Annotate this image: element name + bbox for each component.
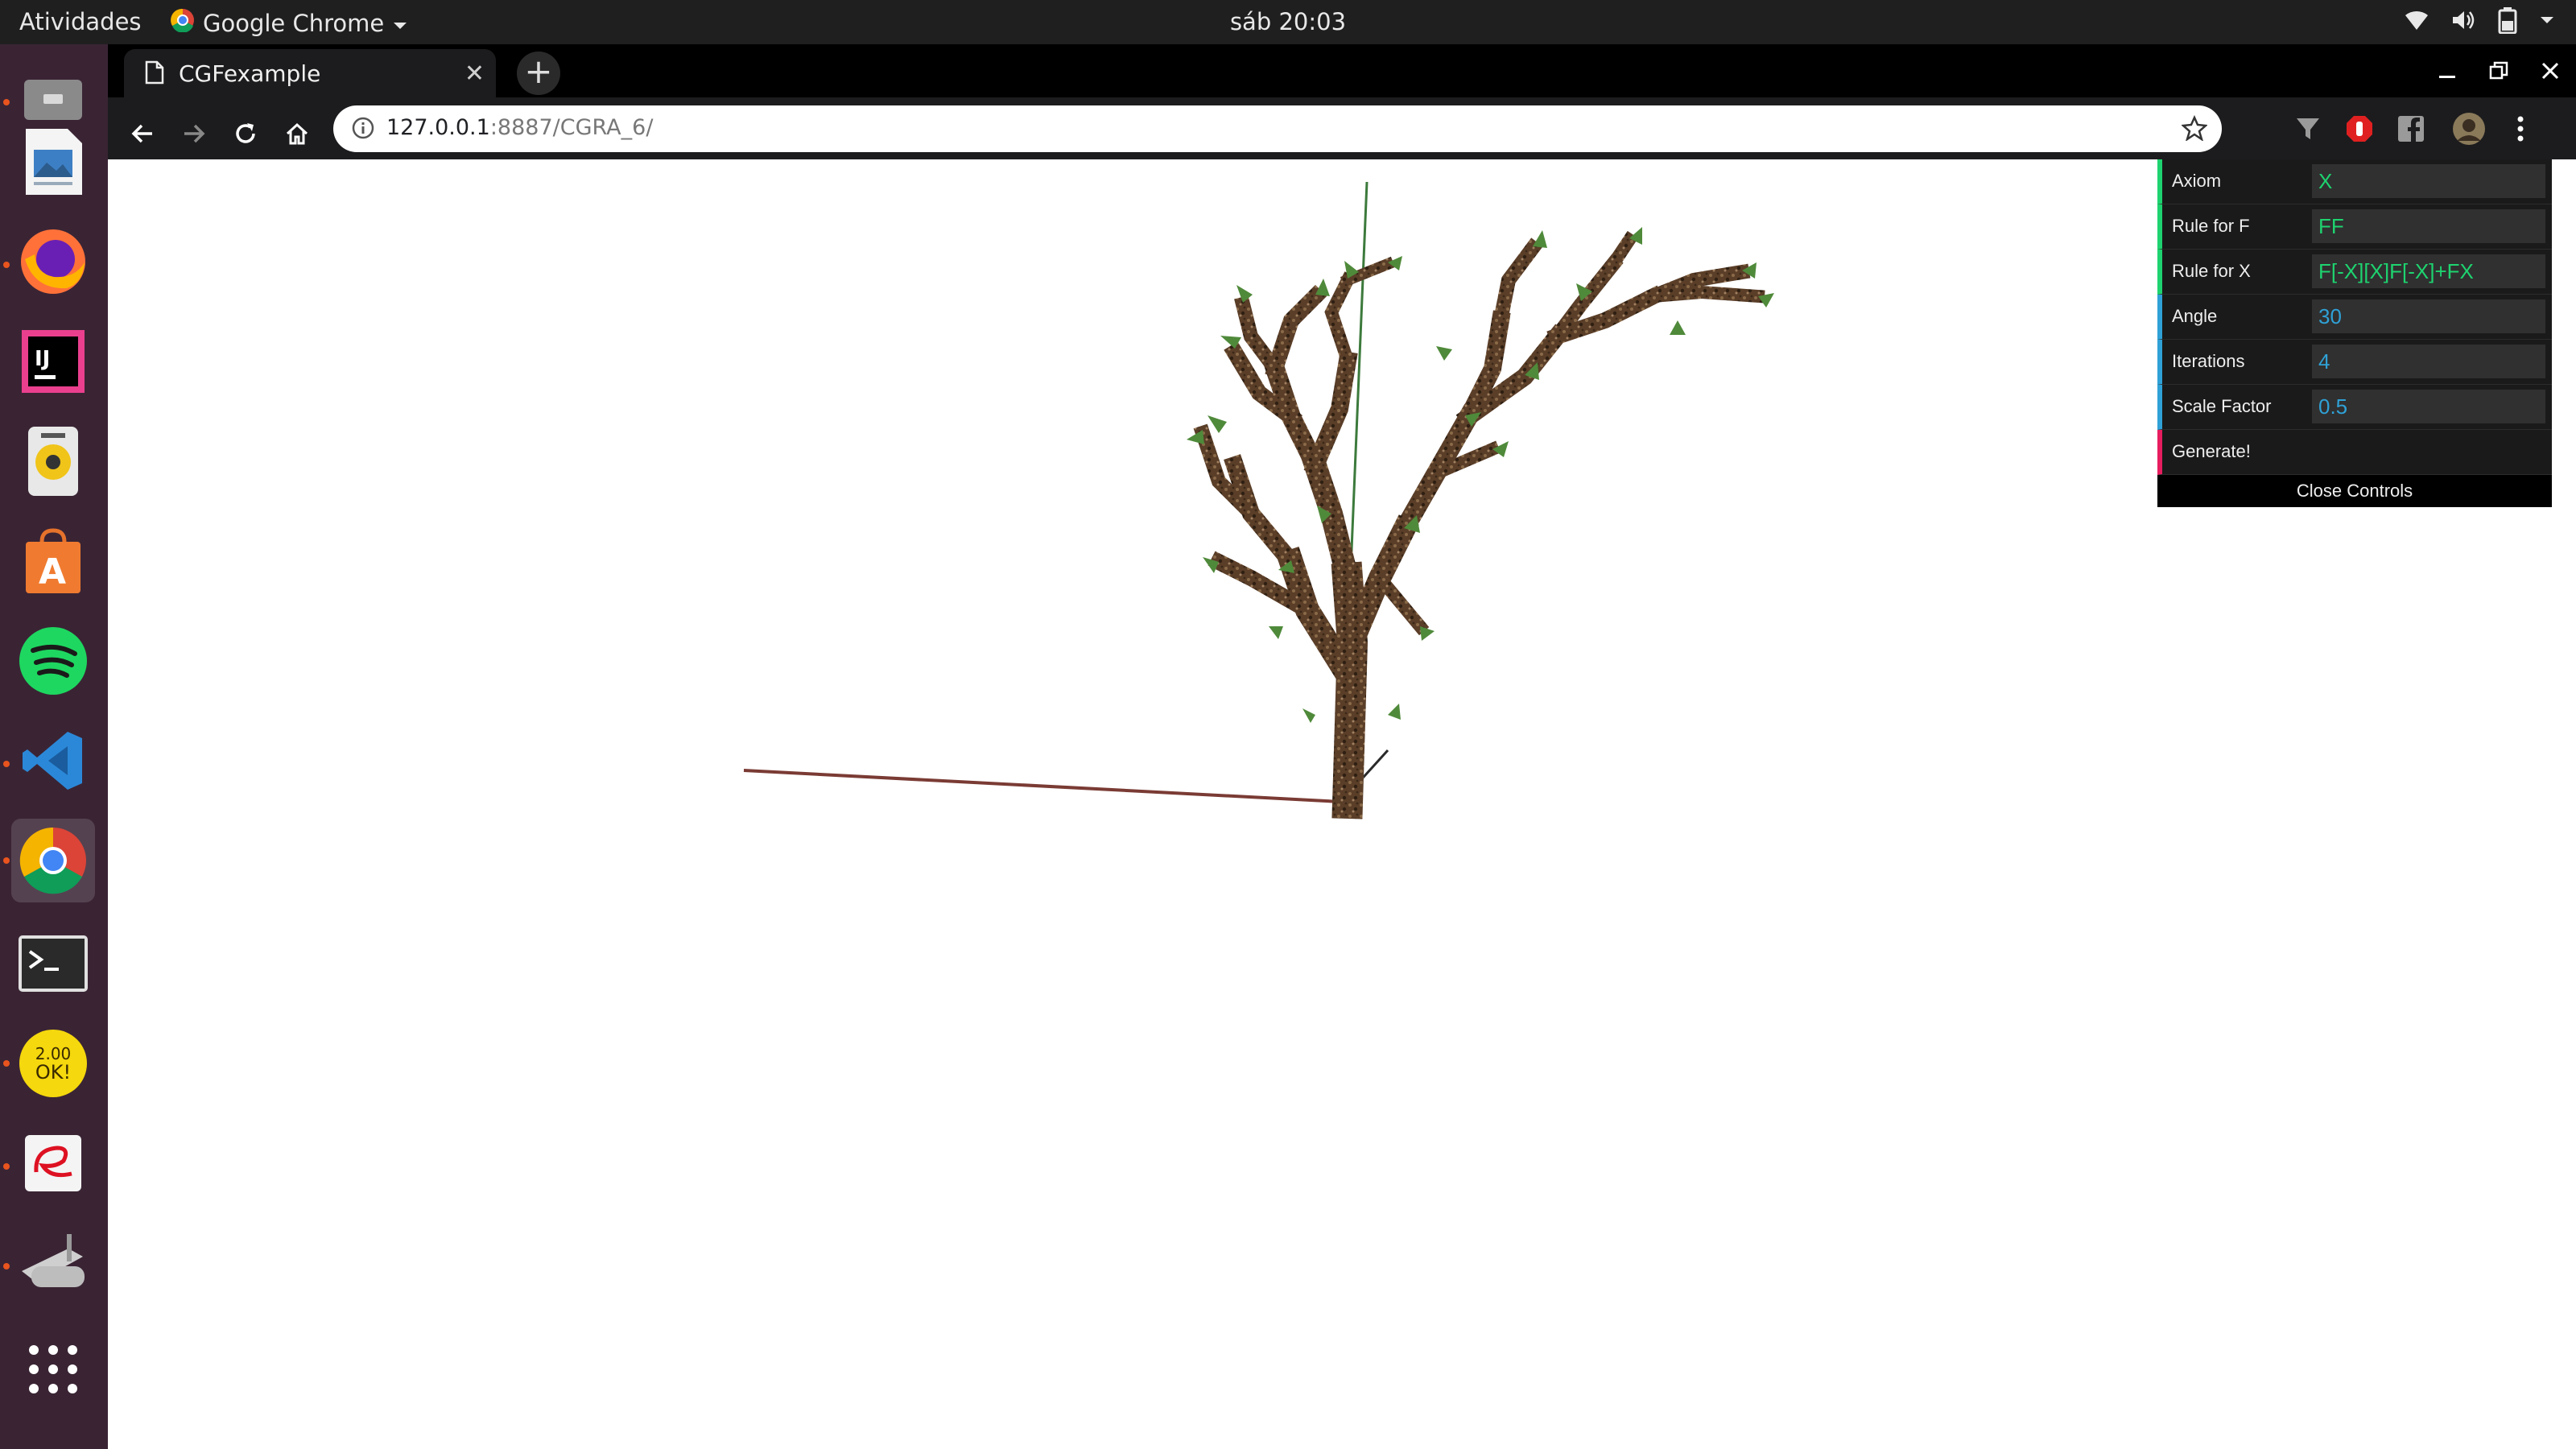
dat-gui-panel: Axiom X Rule for F FF Rule for X F[-X][X]F[-X… xyxy=(2157,159,2552,507)
chevron-down-icon xyxy=(392,10,408,37)
lsystem-tree xyxy=(1193,230,1765,819)
gui-label: Axiom xyxy=(2172,171,2222,191)
scanner-icon[interactable] xyxy=(11,1221,95,1305)
gui-row-rule-for-x: Rule for X F[-X][X]F[-X]+FX xyxy=(2157,250,2552,295)
menu-kebab-icon[interactable] xyxy=(2502,110,2539,147)
gui-input[interactable]: X xyxy=(2312,164,2545,198)
gui-row-iterations: Iterations 4 xyxy=(2157,340,2552,385)
rhythmbox-icon[interactable] xyxy=(11,419,95,503)
gui-label: Generate! xyxy=(2172,441,2251,461)
gui-row-generate[interactable]: Generate! xyxy=(2157,430,2552,475)
spotify-icon[interactable] xyxy=(11,619,95,703)
running-indicator xyxy=(3,857,10,864)
wifi-icon[interactable] xyxy=(2404,9,2429,31)
close-icon[interactable]: ✕ xyxy=(464,60,485,88)
activities-button[interactable]: Atividades xyxy=(19,8,142,35)
tab-cgfexample[interactable]: CGFexample ✕ xyxy=(124,49,496,97)
2048-game-icon[interactable]: 2.00 OK! xyxy=(11,1022,95,1105)
evince-icon[interactable] xyxy=(11,1121,95,1205)
webgl-canvas[interactable]: Axiom X Rule for F FF Rule for X F[-X][X]F[-X… xyxy=(108,159,2576,1449)
profile-avatar-icon[interactable] xyxy=(2450,110,2487,147)
dock: IJ A 2.00 OK! xyxy=(0,44,108,1449)
vscode-icon[interactable] xyxy=(11,719,95,803)
address-bar[interactable]: 127.0.0.1:8887/CGRA_6/ xyxy=(333,105,2222,152)
image-viewer-icon[interactable] xyxy=(11,120,95,204)
battery-icon[interactable] xyxy=(2497,6,2518,34)
restore-button[interactable] xyxy=(2473,44,2524,97)
gui-label: Rule for F xyxy=(2172,216,2250,236)
bookmark-star-icon[interactable] xyxy=(2181,114,2208,144)
running-indicator xyxy=(3,1263,10,1269)
window-controls xyxy=(2421,44,2576,97)
software-center-icon[interactable]: A xyxy=(11,519,95,603)
running-indicator xyxy=(3,99,10,105)
chrome-icon[interactable] xyxy=(11,819,95,902)
show-applications-icon[interactable] xyxy=(11,1327,95,1411)
app-menu[interactable]: Google Chrome xyxy=(171,8,408,38)
reload-button[interactable] xyxy=(225,114,266,154)
gui-row-angle: Angle 30 xyxy=(2157,295,2552,340)
gui-label: Angle xyxy=(2172,306,2218,326)
gui-input[interactable]: 0.5 xyxy=(2312,390,2545,423)
running-indicator xyxy=(3,761,10,767)
running-indicator xyxy=(3,262,10,268)
gui-input[interactable]: F[-X][X]F[-X]+FX xyxy=(2312,254,2545,288)
system-menu-caret-icon[interactable] xyxy=(2539,14,2555,26)
gui-label: Rule for X xyxy=(2172,261,2251,281)
gui-label: Iterations xyxy=(2172,351,2245,371)
home-button[interactable] xyxy=(277,114,317,154)
svg-text:IJ: IJ xyxy=(35,347,50,371)
terminal-icon[interactable] xyxy=(11,922,95,1005)
system-tray[interactable] xyxy=(2404,6,2555,34)
close-window-button[interactable] xyxy=(2524,44,2576,97)
back-button[interactable] xyxy=(122,114,163,154)
new-tab-button[interactable]: + xyxy=(517,52,560,95)
gui-row-rule-for-f: Rule for F FF xyxy=(2157,204,2552,250)
page-icon xyxy=(145,60,164,88)
gui-input[interactable]: FF xyxy=(2312,209,2545,243)
gui-label: Scale Factor xyxy=(2172,396,2272,416)
x-axis-line xyxy=(743,769,1342,803)
running-indicator xyxy=(3,1163,10,1170)
filter-extension-icon[interactable] xyxy=(2289,110,2326,147)
app-menu-label: Google Chrome xyxy=(203,9,385,37)
chrome-small-icon xyxy=(171,8,195,38)
gui-row-scale-factor: Scale Factor 0.5 xyxy=(2157,385,2552,430)
firefox-icon[interactable] xyxy=(11,220,95,303)
running-indicator xyxy=(3,1060,10,1067)
forward-button[interactable] xyxy=(174,114,214,154)
facebook-extension-icon[interactable] xyxy=(2392,110,2429,147)
info-icon[interactable] xyxy=(351,116,375,143)
tree-leaves xyxy=(1187,227,1774,723)
gui-input[interactable]: 4 xyxy=(2312,345,2545,378)
adblock-extension-icon[interactable] xyxy=(2341,110,2378,147)
intellij-icon[interactable]: IJ xyxy=(11,320,95,403)
gnome-top-bar: Atividades Google Chrome sáb 20:03 xyxy=(0,0,2576,44)
tab-title: CGFexample xyxy=(179,60,321,87)
svg-text:A: A xyxy=(39,551,66,592)
minimize-button[interactable] xyxy=(2421,44,2473,97)
url-text: 127.0.0.1:8887/CGRA_6/ xyxy=(386,115,654,140)
volume-icon[interactable] xyxy=(2450,9,2476,31)
close-controls-button[interactable]: Close Controls xyxy=(2157,475,2552,507)
tab-strip: CGFexample ✕ + xyxy=(108,44,2576,97)
gui-input[interactable]: 30 xyxy=(2312,299,2545,333)
clock[interactable]: sáb 20:03 xyxy=(1230,8,1346,35)
chrome-window: CGFexample ✕ + 127.0.0.1:8887/CGRA_6/ Ax… xyxy=(108,44,2576,1449)
gui-row-axiom: Axiom X xyxy=(2157,159,2552,204)
svg-text:OK!: OK! xyxy=(35,1061,71,1084)
